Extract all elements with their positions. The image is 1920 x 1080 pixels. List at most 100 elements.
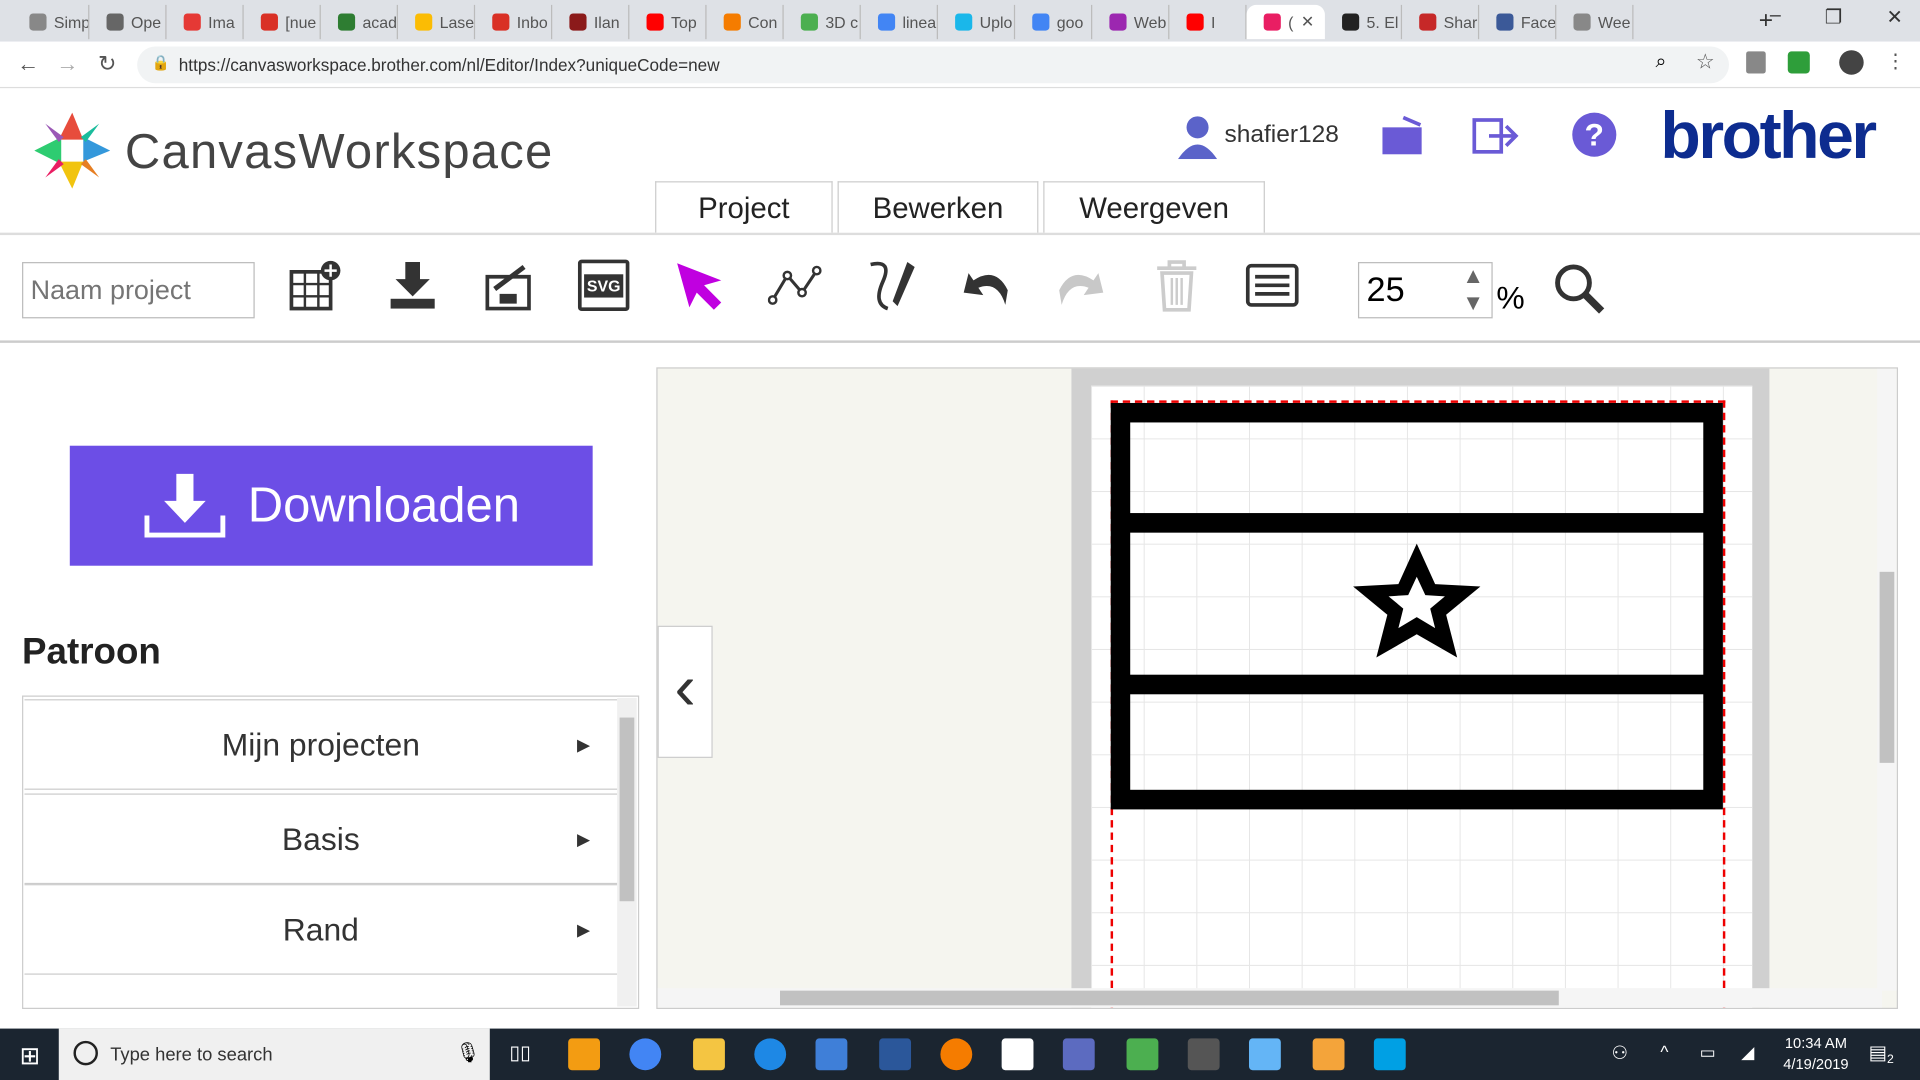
file-explorer-icon[interactable] (693, 1038, 725, 1071)
browser-tab[interactable]: Ope (89, 4, 167, 40)
extension-icon[interactable] (1746, 51, 1766, 74)
username[interactable]: shafier128 (1225, 121, 1339, 149)
extension-badge-icon[interactable] (1787, 51, 1810, 74)
tab-favicon-icon (877, 13, 896, 31)
browser-tab[interactable]: acad (321, 4, 398, 40)
windows-taskbar: ⊞ Type here to search 🎙 ▯▯ ⚇ ^ ▭ ◢ 10:34… (0, 1028, 1920, 1080)
people-icon[interactable]: ⚇ (1611, 1042, 1627, 1064)
canvas-workspace[interactable]: ‹ (656, 367, 1898, 1009)
redo-icon[interactable] (1053, 257, 1109, 313)
menu-kebab-icon[interactable]: ⋮ (1886, 49, 1906, 73)
node-edit-icon[interactable] (767, 257, 823, 313)
forward-icon[interactable]: → (56, 51, 78, 77)
zoom-stepper[interactable]: 25 ▲ ▼ (1357, 262, 1493, 319)
design-shape[interactable] (1110, 402, 1726, 812)
edge-icon[interactable] (754, 1038, 787, 1071)
svg-export-button[interactable]: SVG (576, 257, 632, 313)
word-icon[interactable] (879, 1038, 912, 1071)
tab-label: Simp (53, 12, 90, 32)
taskbar-search-box[interactable]: Type here to search 🎙 (58, 1028, 490, 1080)
browser-tab[interactable]: Top (629, 4, 707, 40)
caret-right-icon: ▶ (577, 828, 591, 848)
pattern-scrollbar[interactable] (617, 697, 637, 1007)
undo-icon[interactable] (958, 257, 1014, 313)
browser-tab[interactable]: Simp (12, 4, 90, 40)
chrome-icon[interactable] (629, 1038, 662, 1071)
browser-tab[interactable]: Shar (1402, 4, 1480, 40)
pattern-item-basis[interactable]: Basis ▶ (24, 793, 618, 885)
trash-icon[interactable] (1149, 257, 1205, 313)
tab-label: Wee (1597, 12, 1631, 32)
new-grid-icon[interactable] (287, 257, 343, 313)
arduino-icon[interactable] (1373, 1038, 1406, 1071)
app-icon[interactable] (1126, 1038, 1159, 1071)
browser-tab[interactable]: I (1169, 4, 1247, 40)
logout-icon[interactable] (1472, 115, 1521, 157)
open-folder-icon[interactable] (1381, 115, 1425, 157)
microphone-icon[interactable]: 🎙 (456, 1041, 481, 1065)
app-icon[interactable] (1312, 1038, 1345, 1071)
collapse-panel-chevron-icon[interactable]: ‹ (657, 625, 713, 758)
browser-tab[interactable]: Web (1092, 4, 1170, 40)
app-icon[interactable] (815, 1038, 848, 1071)
pen-icon[interactable] (862, 257, 918, 313)
download-button[interactable]: Downloaden (69, 445, 593, 566)
browser-tab[interactable]: Ilan (552, 4, 630, 40)
url-field[interactable]: 🔒 https://canvasworkspace.brother.com/nl… (137, 46, 1729, 84)
horizontal-scrollbar[interactable] (657, 988, 1883, 1008)
search-icon[interactable] (1553, 262, 1607, 316)
tab-favicon-icon (415, 13, 433, 31)
browser-tab[interactable]: Con (707, 4, 784, 40)
windows-start-icon[interactable]: ⊞ (20, 1041, 41, 1072)
zoom-down-icon[interactable]: ▼ (1462, 290, 1484, 316)
minimize-button[interactable]: – (1770, 5, 1781, 29)
pattern-item-rand[interactable]: Rand ▶ (24, 884, 618, 975)
tab-project[interactable]: Project (655, 181, 833, 233)
browser-tab[interactable]: Lase (398, 4, 476, 40)
browser-tab[interactable]: [nue (244, 4, 321, 40)
profile-avatar[interactable] (1839, 50, 1864, 75)
browser-tab[interactable]: Wee (1556, 4, 1634, 40)
browser-tab[interactable]: Uplo (938, 4, 1016, 40)
pattern-item-mijn-projecten[interactable]: Mijn projecten ▶ (24, 699, 618, 790)
select-arrow-icon[interactable] (671, 257, 727, 313)
browser-tab[interactable]: Ima (167, 4, 244, 40)
back-icon[interactable]: ← (17, 51, 39, 77)
browser-tab[interactable]: Inbo (475, 4, 553, 40)
notification-icon[interactable]: ▤ (1869, 1041, 1888, 1065)
download-arrow-icon (144, 473, 226, 538)
reload-icon[interactable]: ↻ (98, 51, 116, 77)
close-window-button[interactable]: ✕ (1886, 5, 1902, 29)
bookmark-star-icon[interactable]: ☆ (1696, 50, 1715, 74)
maximize-button[interactable]: ❐ (1825, 5, 1843, 29)
tab-label: 5. El (1366, 12, 1399, 32)
browser-tab[interactable]: goo (1015, 4, 1093, 40)
tab-bewerken[interactable]: Bewerken (837, 181, 1039, 233)
browser-tab[interactable]: (✕ (1246, 4, 1325, 40)
paint-icon[interactable] (1248, 1038, 1281, 1071)
clock[interactable]: 10:34 AM 4/19/2019 (1773, 1033, 1859, 1075)
zoom-page-icon[interactable]: ⌕ (1656, 51, 1667, 73)
help-icon[interactable]: ? (1572, 112, 1617, 157)
task-view-icon[interactable]: ▯▯ (509, 1041, 531, 1065)
browser-tab[interactable]: linea (861, 4, 938, 40)
network-app-icon[interactable] (1062, 1038, 1095, 1071)
zoom-up-icon[interactable]: ▲ (1462, 263, 1484, 289)
import-icon[interactable] (480, 257, 536, 313)
download-icon[interactable] (384, 257, 440, 313)
project-name-input[interactable] (22, 262, 255, 319)
browser-tab[interactable]: 5. El (1325, 4, 1403, 40)
battery-icon[interactable]: ▭ (1700, 1042, 1716, 1063)
sublime-icon[interactable] (568, 1038, 601, 1071)
browser-tab[interactable]: 3D c (784, 4, 861, 40)
wifi-icon[interactable]: ◢ (1741, 1042, 1754, 1063)
list-icon[interactable] (1244, 257, 1300, 313)
browser-tab[interactable]: Face (1479, 4, 1557, 40)
tab-weergeven[interactable]: Weergeven (1043, 181, 1265, 233)
tab-close-icon[interactable]: ✕ (1301, 12, 1314, 32)
app-icon[interactable] (940, 1038, 973, 1071)
vertical-scrollbar[interactable] (1877, 368, 1897, 991)
app-icon[interactable] (1187, 1038, 1220, 1071)
store-icon[interactable] (1001, 1038, 1034, 1071)
tray-chevron-icon[interactable]: ^ (1660, 1042, 1668, 1062)
